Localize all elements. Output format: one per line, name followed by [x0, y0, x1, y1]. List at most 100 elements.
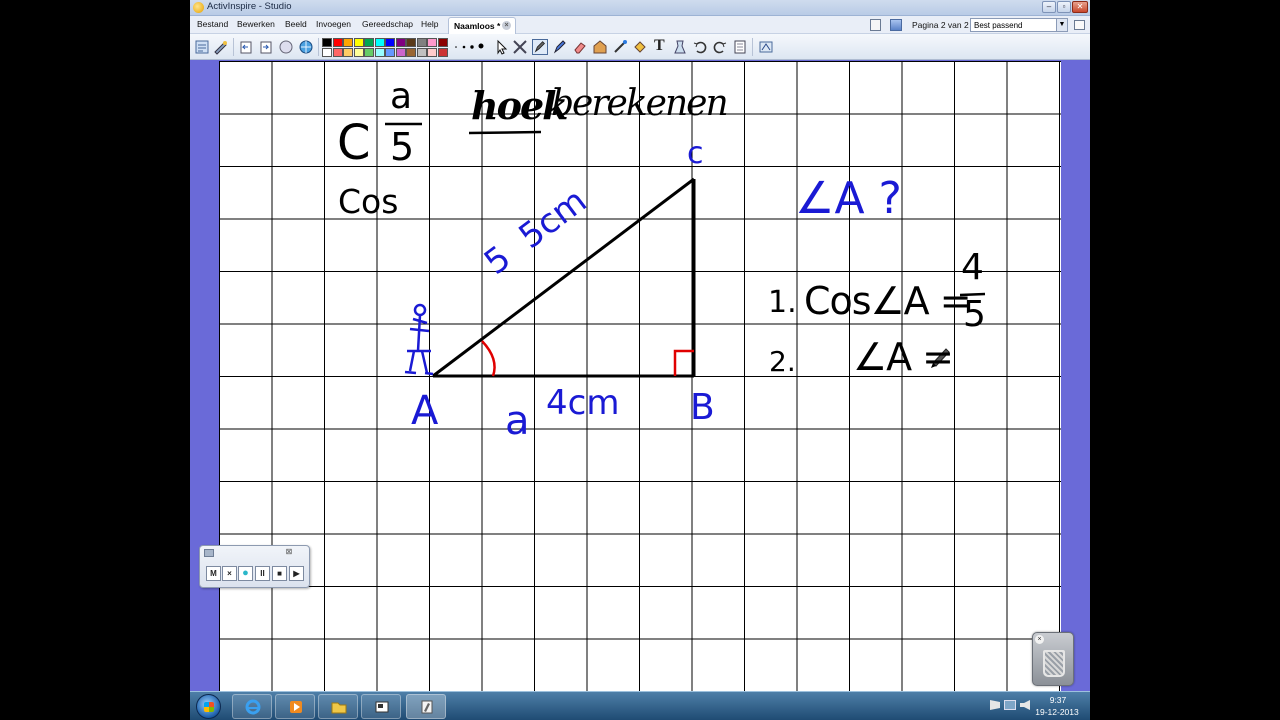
- menu-help[interactable]: Help: [421, 19, 438, 29]
- screen-recorder-widget[interactable]: ⊠ M × ● II ■ ▶: [199, 545, 310, 588]
- activinspire-window: ActivInspire - Studio – ▫ ✕ Bestand Bewe…: [190, 0, 1090, 720]
- connector-icon[interactable]: [612, 39, 628, 55]
- shape-icon[interactable]: [592, 39, 608, 55]
- color-swatch[interactable]: [374, 38, 385, 47]
- pin-icon[interactable]: [1074, 20, 1085, 30]
- page-reset-icon[interactable]: [732, 39, 748, 55]
- redo-icon[interactable]: [712, 39, 728, 55]
- color-palette[interactable]: [322, 38, 450, 58]
- color-swatch[interactable]: [332, 48, 343, 57]
- flipchart-page[interactable]: C a 5 hoek berekenen Cos c A B 5 5cm a 4…: [219, 61, 1061, 691]
- taskbar-window-app[interactable]: [361, 694, 401, 719]
- main-toolbar: T: [190, 34, 1090, 60]
- color-swatch[interactable]: [322, 38, 332, 47]
- step2-expression: ∠A =: [853, 335, 954, 379]
- recorder-grip-icon[interactable]: [204, 549, 214, 557]
- menu-gereedschap[interactable]: Gereedschap: [362, 19, 413, 29]
- reset-page-icon[interactable]: [278, 39, 294, 55]
- color-swatch[interactable]: [406, 38, 416, 47]
- next-page-icon[interactable]: [258, 39, 274, 55]
- taskbar-explorer[interactable]: [318, 694, 358, 719]
- customize-toolbar-icon[interactable]: [758, 39, 774, 55]
- taskbar-activinspire[interactable]: [406, 694, 446, 719]
- menu-invoegen[interactable]: Invoegen: [316, 19, 351, 29]
- menu-bestand[interactable]: Bestand: [197, 19, 228, 29]
- color-swatch[interactable]: [437, 48, 448, 57]
- minimize-button[interactable]: –: [1042, 1, 1056, 13]
- color-swatch[interactable]: [427, 38, 437, 47]
- color-swatch[interactable]: [322, 48, 332, 57]
- step2-number: 2.: [769, 345, 796, 378]
- recorder-cancel-button[interactable]: ×: [222, 566, 237, 581]
- pen-icon[interactable]: [532, 39, 548, 55]
- tab-close-icon[interactable]: ×: [502, 21, 511, 30]
- taskbar-internet-explorer[interactable]: [232, 694, 272, 719]
- chevron-down-icon[interactable]: ▼: [1056, 19, 1067, 31]
- recorder-close-icon[interactable]: ⊠: [276, 547, 302, 558]
- color-swatch[interactable]: [374, 48, 385, 57]
- tab-document[interactable]: Naamloos * ×: [448, 17, 516, 34]
- recorder-menu-button[interactable]: M: [206, 566, 221, 581]
- color-swatch[interactable]: [364, 38, 374, 47]
- clear-icon[interactable]: [672, 39, 688, 55]
- recorder-play-button[interactable]: ▶: [289, 566, 304, 581]
- clock-date[interactable]: 19-12-2013: [1028, 707, 1086, 717]
- color-swatch[interactable]: [332, 38, 343, 47]
- tools-icon[interactable]: [213, 39, 229, 55]
- adjacent-label: 4cm: [546, 383, 620, 423]
- color-swatch[interactable]: [427, 48, 437, 57]
- adjacent-letter: a: [505, 398, 530, 444]
- letterbox-left: [0, 0, 190, 720]
- text-tool-icon[interactable]: T: [654, 37, 665, 55]
- page-browser-icon[interactable]: [870, 19, 881, 31]
- menu-bewerken[interactable]: Bewerken: [237, 19, 275, 29]
- clock-time[interactable]: 9:37: [1038, 695, 1078, 705]
- menu-beeld[interactable]: Beeld: [285, 19, 307, 29]
- pen-width-dots-icon[interactable]: [452, 39, 492, 55]
- color-swatch[interactable]: [406, 48, 416, 57]
- heading-berekenen: berekenen: [551, 83, 729, 124]
- heading-underline: [468, 130, 542, 135]
- toolbar-separator: [318, 38, 319, 56]
- action-center-flag-icon[interactable]: [990, 700, 1000, 710]
- color-swatch[interactable]: [353, 38, 364, 47]
- zoom-select-value: Best passend: [974, 21, 1023, 30]
- color-swatch[interactable]: [416, 48, 427, 57]
- crossed-tools-icon[interactable]: [512, 39, 528, 55]
- color-swatch[interactable]: [364, 48, 374, 57]
- fill-bucket-icon[interactable]: [632, 39, 648, 55]
- fraction-bottom: 5: [390, 125, 415, 169]
- close-button[interactable]: ✕: [1072, 1, 1088, 13]
- start-button[interactable]: [196, 694, 221, 719]
- color-swatch[interactable]: [385, 48, 395, 57]
- color-swatch[interactable]: [385, 38, 395, 47]
- window-title: ActivInspire - Studio: [207, 1, 292, 12]
- taskbar-media-player[interactable]: [275, 694, 315, 719]
- toolbar-separator: [752, 38, 753, 56]
- color-swatch[interactable]: [437, 38, 448, 47]
- select-arrow-icon[interactable]: [494, 39, 510, 55]
- browser-globe-icon[interactable]: [298, 39, 314, 55]
- zoom-select[interactable]: Best passend ▼: [970, 18, 1068, 32]
- highlighter-icon[interactable]: [552, 39, 568, 55]
- network-icon[interactable]: [1004, 700, 1016, 710]
- menu-bar: Bestand Bewerken Beeld Invoegen Gereedsc…: [190, 16, 1090, 34]
- undo-icon[interactable]: [692, 39, 708, 55]
- recorder-pause-button[interactable]: II: [255, 566, 270, 581]
- recorder-stop-button[interactable]: ■: [272, 566, 287, 581]
- recorder-record-button[interactable]: ●: [238, 566, 253, 581]
- color-swatch[interactable]: [353, 48, 364, 57]
- page-thumbnail-icon[interactable]: [890, 19, 902, 31]
- maximize-button[interactable]: ▫: [1057, 1, 1071, 13]
- color-swatch[interactable]: [395, 38, 406, 47]
- color-swatch[interactable]: [343, 48, 353, 57]
- trash-bin[interactable]: ×: [1032, 632, 1074, 686]
- previous-page-icon[interactable]: [238, 39, 254, 55]
- color-swatch[interactable]: [416, 38, 427, 47]
- trash-close-icon[interactable]: ×: [1035, 635, 1044, 644]
- eraser-icon[interactable]: [572, 39, 588, 55]
- media-player-icon: [290, 701, 302, 713]
- color-swatch[interactable]: [343, 38, 353, 47]
- main-menu-icon[interactable]: [194, 39, 210, 55]
- color-swatch[interactable]: [395, 48, 406, 57]
